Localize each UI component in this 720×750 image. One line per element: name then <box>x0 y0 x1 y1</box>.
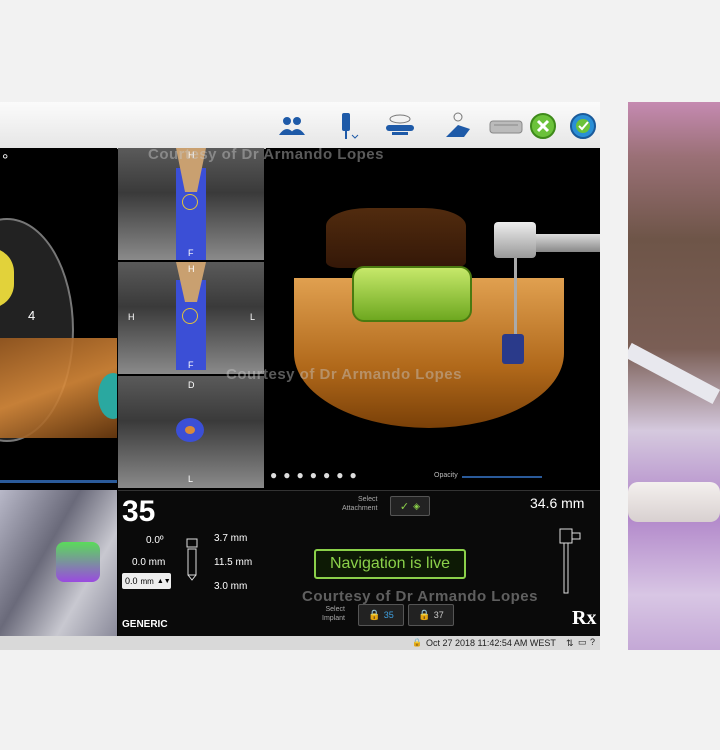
lock-icon: 🔒 <box>418 609 431 621</box>
angle-label: 0.0º <box>146 535 164 546</box>
drill-depth: 34.6 mm <box>530 495 585 511</box>
handpiece-render <box>494 222 536 258</box>
tooth-view-strip: ● ● ● ● ● ● ● <box>270 468 420 484</box>
surgical-guide-render <box>352 266 472 322</box>
navigation-status-text: Navigation is live <box>329 555 451 572</box>
camera-feed <box>0 490 117 636</box>
implant-core <box>185 426 195 434</box>
intraoral-photo <box>628 102 720 650</box>
tooth-icon[interactable]: ● <box>270 468 277 484</box>
tooth-icon[interactable]: ● <box>297 468 304 484</box>
depth-label: 0.0 mm <box>132 557 166 568</box>
generic-label: GENERIC <box>122 619 168 630</box>
left-slider[interactable] <box>0 480 117 483</box>
tooth-icon[interactable]: ● <box>283 468 290 484</box>
length-bottom: 3.0 mm <box>214 581 248 592</box>
slice-top-label: H <box>188 264 195 274</box>
select-attachment-label: Select Attachment <box>342 496 378 512</box>
lock-icon: 🔒 <box>368 609 381 621</box>
stepper-arrows-icon[interactable]: ▲▼ <box>157 578 171 585</box>
offset-stepper[interactable]: 0.0 mm ▲▼ <box>122 573 171 589</box>
network-icon: ⇅ <box>566 638 574 648</box>
cancel-circle-icon[interactable] <box>528 108 558 144</box>
slice-view-top[interactable]: H F <box>118 148 264 260</box>
implant-b-label: 37 <box>433 610 444 620</box>
implant-37-button[interactable]: 🔒 37 <box>408 604 454 626</box>
rx-label: Rx <box>572 607 597 629</box>
implant-info-panel: 35 0.0º 0.0 mm 3.7 mm 11.5 mm 3.0 mm 0.0… <box>118 490 600 637</box>
battery-icon: ▭ <box>578 637 587 647</box>
opacity-label: Opacity <box>434 472 458 479</box>
tracker-icon[interactable] <box>440 108 476 144</box>
implant-apex <box>182 308 198 324</box>
degree-label: ° <box>2 152 9 169</box>
length-mid: 11.5 mm <box>214 557 253 568</box>
check-icon: ✓ <box>399 500 410 513</box>
implant-35-button[interactable]: 🔒 35 <box>358 604 404 626</box>
tooth-icon[interactable]: ● <box>336 468 343 484</box>
opacity-slider[interactable] <box>462 476 542 478</box>
implant-diagram-icon <box>186 538 198 581</box>
handpiece-shaft <box>536 234 600 252</box>
axial-top-label: D <box>188 380 195 390</box>
watermark-middle: Courtesy of Dr Armando Lopes <box>226 366 462 383</box>
implant-a-label: 35 <box>383 610 394 620</box>
tooth-icon[interactable]: ● <box>310 468 317 484</box>
status-datetime: Oct 27 2018 11:42:54 AM WEST <box>426 638 556 648</box>
users-icon[interactable] <box>276 108 308 144</box>
drill-icon <box>559 528 581 594</box>
offset-unit: mm <box>140 576 154 586</box>
status-bar: 🔒 Oct 27 2018 11:42:54 AM WEST ⇅ ▭ ? <box>0 636 600 650</box>
length-diameter: 3.7 mm <box>214 533 248 544</box>
top-toolbar <box>0 102 600 149</box>
attachment-button[interactable]: ✓ ◈ <box>390 496 430 516</box>
slice-left-label: H <box>128 312 135 322</box>
drill-shaft-photo <box>628 342 720 405</box>
offset-value[interactable]: 0.0 <box>125 576 138 586</box>
scanner-tray-icon[interactable] <box>382 108 420 144</box>
watermark-top: Courtesy of Dr Armando Lopes <box>148 146 384 163</box>
attachment-icon: ◈ <box>413 500 421 511</box>
watermark-bottom: Courtesy of Dr Armando Lopes <box>302 588 538 605</box>
tooth-number: 35 <box>122 495 156 528</box>
slice-bottom-label: F <box>188 360 194 370</box>
info-icon[interactable]: ? <box>590 637 595 647</box>
slice-view-middle[interactable]: H H L F <box>118 262 264 374</box>
check-circle-icon[interactable] <box>568 108 598 144</box>
slice-bottom-label: F <box>188 248 194 258</box>
navigation-app-window: ° 4 H F H H L F D L ● ● ● ● ● ● ● Opacit… <box>0 102 600 650</box>
select-implant-label: Select Implant <box>322 606 345 622</box>
lock-icon: 🔒 <box>412 638 422 647</box>
tooth-icon[interactable]: ● <box>323 468 330 484</box>
slice-view-axial[interactable]: D L <box>118 376 264 488</box>
tray-icon[interactable] <box>486 108 526 144</box>
implant-render <box>502 334 524 364</box>
drill-bit-render <box>514 258 517 338</box>
3d-view[interactable]: ● ● ● ● ● ● ● Opacity <box>266 148 600 488</box>
panoramic-view[interactable]: ° 4 <box>0 148 117 488</box>
drill-handpiece-icon[interactable] <box>330 108 362 144</box>
teeth-photo <box>628 482 720 522</box>
upper-jaw-render <box>326 208 466 268</box>
tracker-marker-render <box>56 542 100 582</box>
tooth-icon[interactable]: ● <box>350 468 357 484</box>
scale-label: 4 <box>28 308 36 323</box>
axial-bottom-label: L <box>188 474 194 484</box>
slice-right-label: L <box>250 312 256 322</box>
navigation-status: Navigation is live <box>314 549 466 579</box>
implant-apex <box>182 194 198 210</box>
